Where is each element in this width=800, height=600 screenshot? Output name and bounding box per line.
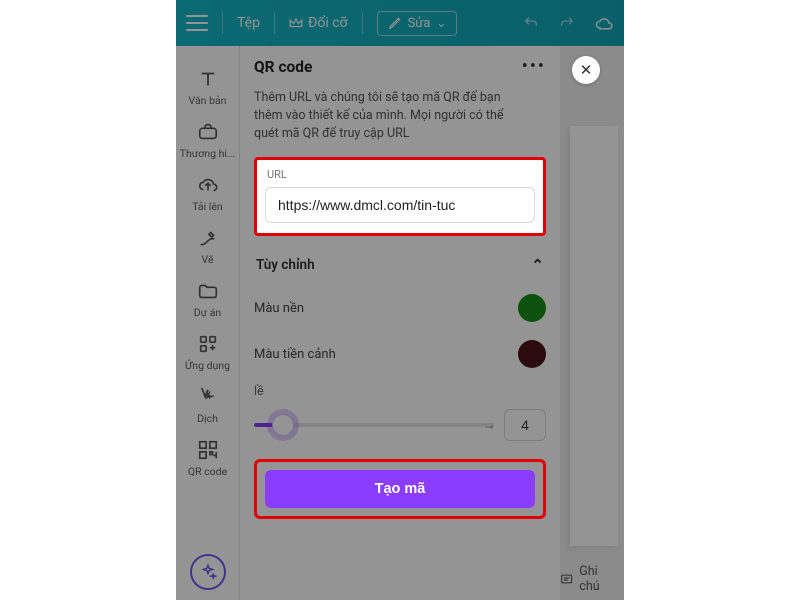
redo-icon[interactable] (558, 15, 576, 31)
cta-highlight-box: Tạo mã (254, 459, 546, 519)
customize-toggle[interactable]: Tùy chỉnh ⌃ (254, 254, 546, 276)
foreground-color-swatch[interactable] (518, 340, 546, 368)
chevron-down-icon: ⌄ (436, 16, 446, 30)
chevron-up-icon: ⌃ (531, 256, 544, 274)
hamburger-icon[interactable] (186, 15, 208, 31)
tool-rail: Văn bản Thương hi... Tải lên Vẽ Dự án Ứn… (176, 46, 240, 600)
panel-menu-icon[interactable]: ••• (522, 56, 546, 77)
undo-icon[interactable] (522, 15, 540, 31)
rail-project-label: Dự án (194, 306, 222, 319)
rail-draw-label: Vẽ (201, 253, 213, 266)
customize-label: Tùy chỉnh (256, 257, 315, 273)
rail-apps-label: Ứng dụng (185, 359, 230, 372)
panel-description: Thêm URL và chúng tôi sẽ tạo mã QR để bạ… (254, 89, 546, 143)
slider-knob[interactable] (272, 414, 294, 436)
cloud-sync-icon[interactable] (594, 15, 614, 31)
topbar: Tệp Đổi cỡ Sửa ⌄ (176, 0, 624, 46)
topbar-right (522, 15, 614, 31)
design-page[interactable] (570, 126, 618, 546)
margin-label: lề (254, 384, 546, 399)
sparkle-icon (199, 563, 217, 581)
resize-label: Đổi cỡ (308, 15, 348, 31)
rail-apps[interactable]: Ứng dụng (176, 333, 239, 372)
rail-text-label: Văn bản (189, 94, 227, 107)
notes-label: Ghi chú (579, 564, 614, 594)
separator (362, 12, 363, 34)
rail-upload[interactable]: Tải lên (176, 174, 239, 213)
rail-qrcode[interactable]: QR code (176, 439, 239, 478)
separator (274, 12, 275, 34)
url-highlight-box: URL (254, 157, 546, 236)
rail-brands[interactable]: Thương hi... (176, 121, 239, 160)
foreground-color-label: Màu tiền cảnh (254, 347, 336, 362)
apps-icon (197, 333, 219, 355)
draw-icon (197, 227, 219, 249)
rail-translate[interactable]: Dịch (176, 386, 239, 425)
crown-icon (289, 17, 303, 29)
rail-draw[interactable]: Vẽ (176, 227, 239, 266)
rail-text[interactable]: Văn bản (176, 68, 239, 107)
file-menu[interactable]: Tệp (237, 15, 260, 31)
canvas-area: Ghi chú (560, 46, 624, 600)
notes-button[interactable]: Ghi chú (560, 564, 614, 594)
separator (222, 12, 223, 34)
rail-project[interactable]: Dự án (176, 280, 239, 319)
background-color-label: Màu nền (254, 301, 304, 316)
briefcase-icon (197, 121, 219, 143)
close-icon: ✕ (580, 61, 593, 79)
pencil-icon (388, 16, 402, 30)
cloud-upload-icon (197, 174, 219, 196)
close-panel-button[interactable]: ✕ (572, 56, 600, 84)
rail-qrcode-label: QR code (188, 465, 227, 478)
rail-brands-label: Thương hi... (180, 147, 236, 160)
text-icon (197, 68, 219, 90)
qr-panel: QR code ••• Thêm URL và chúng tôi sẽ tạo… (240, 46, 560, 600)
qrcode-icon (197, 439, 219, 461)
url-input[interactable] (265, 187, 535, 223)
rail-translate-label: Dịch (197, 412, 218, 425)
panel-title: QR code (254, 58, 312, 76)
magic-fab[interactable] (190, 554, 226, 590)
background-color-swatch[interactable] (518, 294, 546, 322)
margin-value-input[interactable] (504, 409, 546, 441)
folder-icon (197, 280, 219, 302)
resize-menu[interactable]: Đổi cỡ (289, 15, 348, 31)
edit-button[interactable]: Sửa ⌄ (377, 11, 458, 36)
rail-upload-label: Tải lên (192, 200, 222, 213)
edit-label: Sửa (408, 16, 431, 31)
translate-icon (197, 386, 219, 408)
notes-icon (560, 572, 573, 586)
slider-arrow-icon: → (482, 417, 496, 434)
margin-slider[interactable]: → (254, 423, 494, 427)
url-label: URL (267, 168, 535, 181)
app-frame: Tệp Đổi cỡ Sửa ⌄ (176, 0, 624, 600)
generate-qr-button[interactable]: Tạo mã (265, 470, 535, 508)
